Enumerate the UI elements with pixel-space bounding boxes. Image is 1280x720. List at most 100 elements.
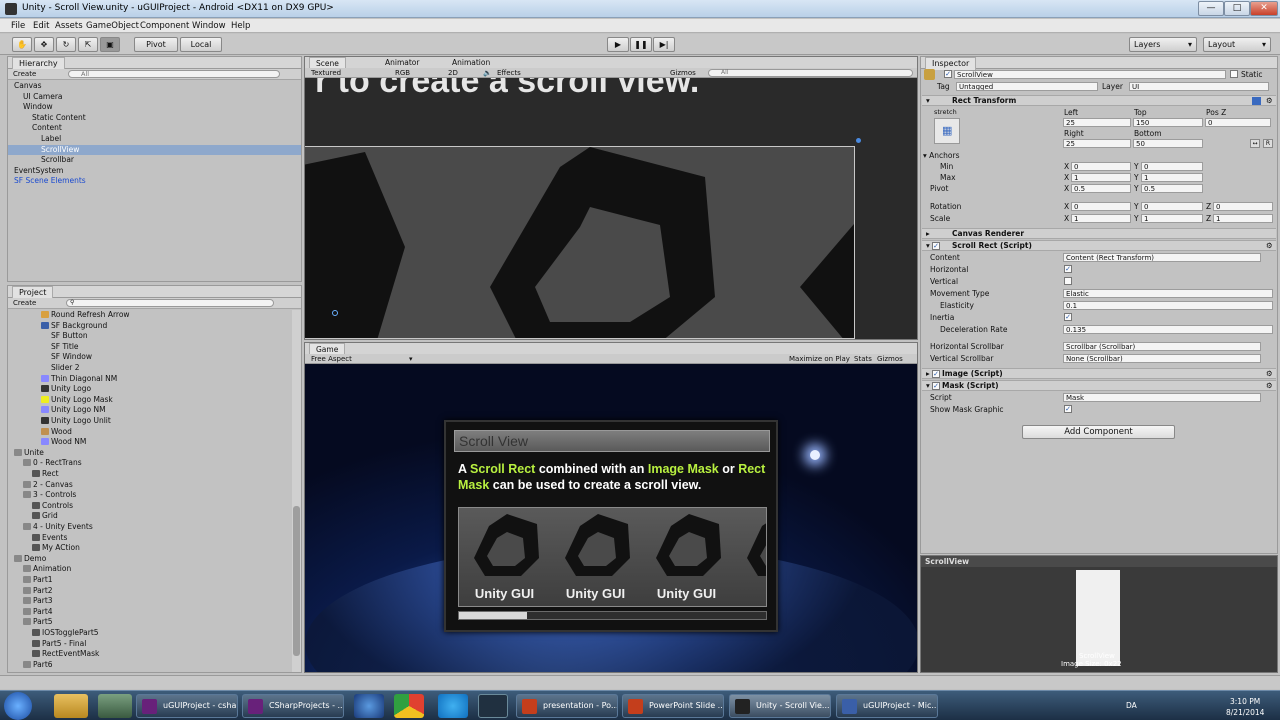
outlook-icon[interactable] [354,694,384,718]
taskbar-app-button[interactable]: uGUIProject - Mic... [836,694,938,718]
project-item[interactable]: Animation [8,564,292,575]
project-item[interactable]: Thin Diagonal NM [8,374,292,385]
image-component-header[interactable]: ▸ ✓ Image (Script) ⚙ [922,368,1276,379]
pivot-toggle[interactable]: Pivot [134,37,178,52]
scroll-view-content[interactable]: Unity GUI Unity GUI Unity GUI Un [459,508,766,606]
horizontal-scrollbar-field[interactable]: Scrollbar (Scrollbar) [1063,342,1261,351]
scale-y-input[interactable]: 1 [1141,214,1203,223]
terminal-icon[interactable] [478,694,508,718]
pause-button[interactable]: ❚❚ [630,37,652,52]
layer-dropdown[interactable]: UI [1129,82,1269,91]
project-item[interactable]: My ACtion [8,543,292,554]
canvas-renderer-header[interactable]: ▸ Canvas Renderer [922,228,1276,239]
pivot-handle[interactable] [332,310,338,316]
scene-search-input[interactable]: All [708,69,913,77]
vertical-scrollbar-field[interactable]: None (Scrollbar) [1063,354,1261,363]
horizontal-scrollbar-handle[interactable] [459,612,527,619]
close-button[interactable]: ✕ [1250,1,1278,16]
skype-icon[interactable] [438,694,468,718]
mask-script-field[interactable]: Mask [1063,393,1261,402]
anchor-max-y-input[interactable]: 1 [1141,173,1203,182]
project-item[interactable]: 3 - Controls [8,490,292,501]
step-button[interactable]: ▶| [653,37,675,52]
gear-icon[interactable]: ⚙ [1266,369,1273,379]
minimize-button[interactable]: — [1198,1,1224,16]
project-item[interactable]: Wood [8,427,292,438]
project-create-button[interactable]: Create [13,299,36,307]
scene-view[interactable]: Scene Animator Animation Textured RGB 2D… [304,56,918,340]
2d-toggle[interactable]: 2D [448,68,458,78]
horizontal-checkbox[interactable]: ✓ [1064,265,1072,273]
render-mode-dropdown[interactable]: RGB [395,68,410,78]
start-button[interactable] [4,692,32,720]
taskbar-app-button[interactable]: uGUIProject - csha... [136,694,238,718]
audio-icon[interactable]: 🔈 [483,68,492,78]
scale-z-input[interactable]: 1 [1213,214,1273,223]
maximize-button[interactable]: □ [1224,1,1250,16]
elasticity-input[interactable]: 0.1 [1063,301,1273,310]
add-component-button[interactable]: Add Component [1022,425,1175,439]
taskbar-app-button[interactable]: presentation - Po... [516,694,618,718]
help-book-icon[interactable] [1252,97,1261,105]
left-input[interactable]: 25 [1063,118,1131,127]
blueprint-mode-button[interactable]: ↔ [1250,139,1260,148]
layout-dropdown[interactable]: Layout ▾ [1203,37,1271,52]
hierarchy-item[interactable]: EventSystem [8,166,301,177]
project-item[interactable]: 4 - Unity Events [8,522,292,533]
raw-edit-button[interactable]: R [1263,139,1273,148]
rotation-z-input[interactable]: 0 [1213,202,1273,211]
project-item[interactable]: 2 - Canvas [8,480,292,491]
menu-window[interactable]: Window [192,21,226,31]
movement-type-dropdown[interactable]: Elastic [1063,289,1273,298]
language-indicator[interactable]: DA [1126,701,1137,710]
menu-assets[interactable]: Assets [55,21,83,31]
clock-date[interactable]: 8/21/2014 [1226,708,1264,717]
scene-canvas[interactable]: r to create a scroll view. [305,78,917,339]
tool-app-icon[interactable] [98,694,132,718]
play-button[interactable]: ▶ [607,37,629,52]
project-item[interactable]: Part5 [8,617,292,628]
gizmos-dropdown[interactable]: Gizmos [670,68,696,78]
project-item[interactable]: Slider 2 [8,363,292,374]
maximize-on-play-toggle[interactable]: Maximize on Play [789,354,850,364]
bottom-input[interactable]: 50 [1133,139,1203,148]
horizontal-scrollbar[interactable] [458,611,767,620]
project-item[interactable]: Controls [8,501,292,512]
move-tool-icon[interactable]: ✥ [34,37,54,52]
rotate-tool-icon[interactable]: ↻ [56,37,76,52]
scroll-item[interactable]: Unity GUI [459,508,550,606]
mask-component-header[interactable]: ▾ ✓ Mask (Script) ⚙ [922,380,1276,391]
static-checkbox[interactable] [1230,70,1238,78]
project-item[interactable]: Demo [8,554,292,565]
content-object-field[interactable]: Content (Rect Transform) [1063,253,1261,262]
hierarchy-item[interactable]: Canvas [8,81,301,92]
hierarchy-create-button[interactable]: Create [13,70,36,78]
mask-enabled-checkbox[interactable]: ✓ [932,382,940,390]
project-item[interactable]: Rect [8,469,292,480]
project-item[interactable]: Unite [8,448,292,459]
hand-tool-icon[interactable]: ✋ [12,37,32,52]
scroll-item[interactable]: Unity GUI [641,508,732,606]
draw-mode-dropdown[interactable]: Textured [311,68,341,78]
right-input[interactable]: 25 [1063,139,1131,148]
taskbar-app-button[interactable]: PowerPoint Slide ... [622,694,724,718]
project-item[interactable]: Unity Logo NM [8,405,292,416]
scene-scrollview-rect[interactable] [305,146,855,339]
project-item[interactable]: Unity Logo [8,384,292,395]
hierarchy-item[interactable]: ScrollView [8,144,301,156]
local-toggle[interactable]: Local [180,37,222,52]
scroll-rect-enabled-checkbox[interactable]: ✓ [932,242,940,250]
project-item[interactable]: Round Refresh Arrow [8,310,292,321]
anchors-foldout[interactable]: ▾ Anchors [923,151,960,160]
anchor-max-x-input[interactable]: 1 [1071,173,1131,182]
gear-icon[interactable]: ⚙ [1266,241,1273,251]
hierarchy-item[interactable]: Window [8,102,301,113]
hierarchy-item[interactable]: UI Camera [8,92,301,103]
menu-component[interactable]: Component [140,21,189,31]
vertical-checkbox[interactable] [1064,277,1072,285]
project-item[interactable]: Part5 - Final [8,639,292,650]
project-item[interactable]: Part3 [8,596,292,607]
top-input[interactable]: 150 [1133,118,1203,127]
project-item[interactable]: Wood NM [8,437,292,448]
rect-transform-header[interactable]: ▾ Rect Transform ⚙ [922,95,1276,106]
